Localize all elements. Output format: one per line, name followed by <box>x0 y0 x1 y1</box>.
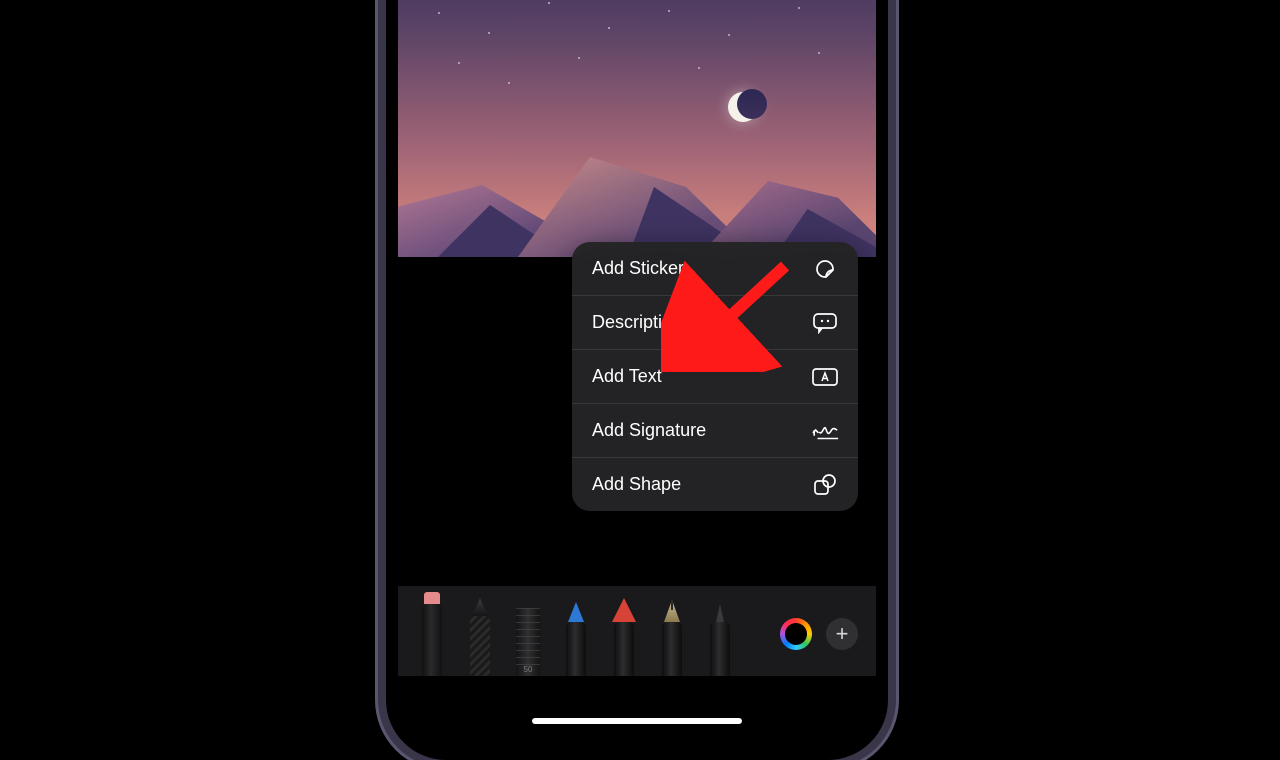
menu-item-add-signature[interactable]: Add Signature <box>572 404 858 458</box>
tool-ruler[interactable]: 50 <box>508 590 548 676</box>
menu-item-label: Add Text <box>592 366 662 387</box>
text-box-icon <box>810 364 840 390</box>
tool-fountain-pen[interactable] <box>652 590 692 676</box>
menu-item-description[interactable]: Description <box>572 296 858 350</box>
menu-item-add-text[interactable]: Add Text <box>572 350 858 404</box>
tool-blue-pencil[interactable] <box>556 590 596 676</box>
add-menu-popup: Add Sticker Description Add Text Add Sig… <box>572 242 858 511</box>
tool-hatch-pen[interactable] <box>460 590 500 676</box>
shapes-icon <box>810 472 840 498</box>
plus-icon: + <box>836 621 849 647</box>
menu-item-label: Add Shape <box>592 474 681 495</box>
menu-item-label: Add Sticker <box>592 258 684 279</box>
menu-item-add-sticker[interactable]: Add Sticker <box>572 242 858 296</box>
menu-item-label: Description <box>592 312 682 333</box>
sticker-icon <box>810 256 840 282</box>
tool-marker[interactable] <box>412 590 452 676</box>
speech-bubble-icon <box>810 310 840 336</box>
phone-frame: Add Sticker Description Add Text Add Sig… <box>386 0 888 760</box>
tool-fine-liner[interactable] <box>700 590 740 676</box>
color-picker-button[interactable] <box>780 618 812 650</box>
tool-red-crayon[interactable] <box>604 590 644 676</box>
add-button[interactable]: + <box>826 618 858 650</box>
wallpaper-image[interactable] <box>398 0 876 257</box>
markup-toolbar: 50 + <box>398 585 876 676</box>
phone-screen: Add Sticker Description Add Text Add Sig… <box>398 0 876 748</box>
moon-icon <box>728 92 758 122</box>
menu-item-label: Add Signature <box>592 420 706 441</box>
ruler-value: 50 <box>508 665 548 674</box>
menu-item-add-shape[interactable]: Add Shape <box>572 458 858 511</box>
drawing-tools: 50 <box>408 590 780 676</box>
home-indicator[interactable] <box>532 718 742 724</box>
signature-icon <box>810 418 840 444</box>
